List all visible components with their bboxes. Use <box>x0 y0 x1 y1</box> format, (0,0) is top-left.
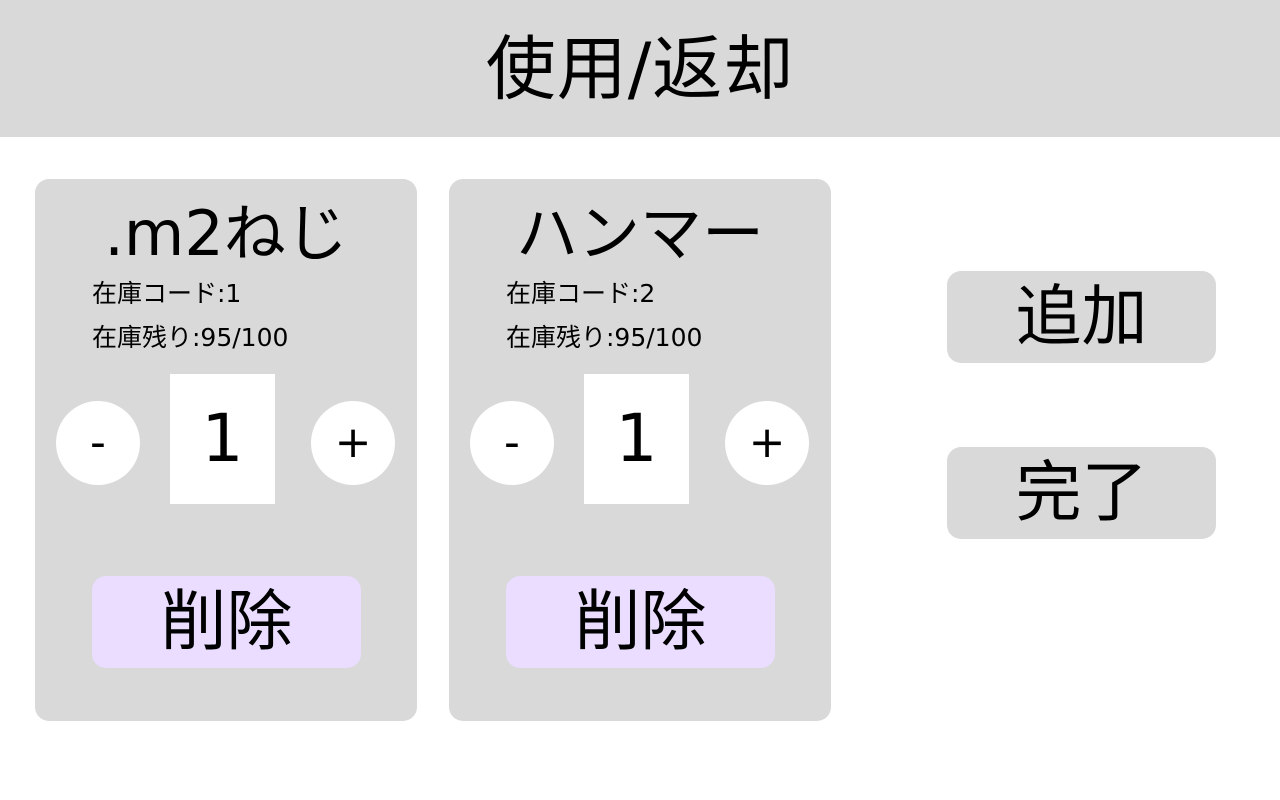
decrement-button[interactable]: - <box>56 401 140 485</box>
delete-button[interactable]: 削除 <box>506 576 775 668</box>
done-button[interactable]: 完了 <box>947 447 1216 539</box>
item-card: ハンマー 在庫コード:2 在庫残り:95/100 - 1 + 削除 <box>449 179 831 721</box>
page-title: 使用/返却 <box>485 27 795 110</box>
item-name: .m2ねじ <box>104 197 348 270</box>
item-stock-remaining: 在庫残り:95/100 <box>506 323 703 352</box>
header-bar: 使用/返却 <box>0 0 1280 137</box>
decrement-button[interactable]: - <box>470 401 554 485</box>
item-stock-code: 在庫コード:2 <box>506 279 656 308</box>
item-card: .m2ねじ 在庫コード:1 在庫残り:95/100 - 1 + 削除 <box>35 179 417 721</box>
quantity-display: 1 <box>170 374 275 504</box>
item-stock-code: 在庫コード:1 <box>92 279 242 308</box>
item-name: ハンマー <box>515 197 764 270</box>
delete-button[interactable]: 削除 <box>92 576 361 668</box>
increment-button[interactable]: + <box>725 401 809 485</box>
add-button[interactable]: 追加 <box>947 271 1216 363</box>
quantity-display: 1 <box>584 374 689 504</box>
increment-button[interactable]: + <box>311 401 395 485</box>
item-stock-remaining: 在庫残り:95/100 <box>92 323 289 352</box>
